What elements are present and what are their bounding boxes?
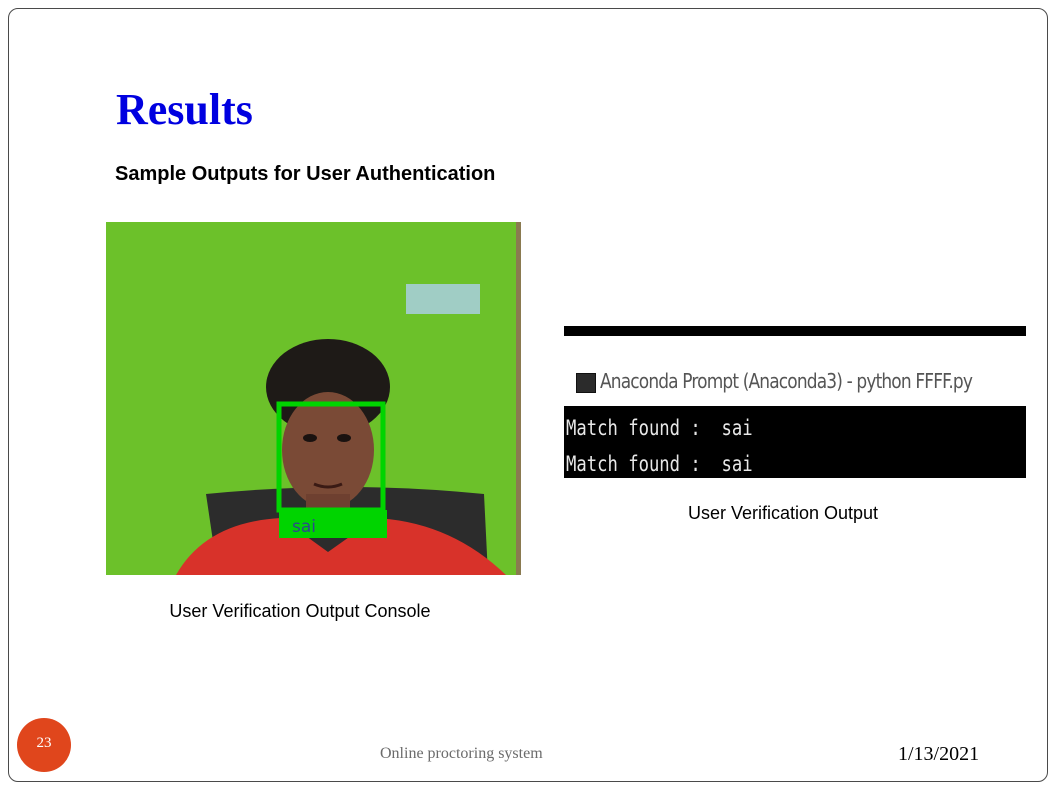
console-line: Match found : sai bbox=[566, 452, 753, 476]
face bbox=[282, 392, 374, 508]
face-verification-photo: sai bbox=[106, 222, 521, 575]
slide-date: 1/13/2021 bbox=[898, 743, 980, 765]
figure-left-caption: User Verification Output Console bbox=[169, 601, 431, 621]
console-title: Anaconda Prompt (Anaconda3) - python FFF… bbox=[600, 369, 973, 393]
slide-number-badge: 23 bbox=[17, 718, 71, 772]
console-window: Anaconda Prompt (Anaconda3) - python FFF… bbox=[564, 326, 1026, 478]
console-output: Match found : sai Match found : sai bbox=[566, 410, 794, 478]
wall-object bbox=[406, 284, 480, 314]
backdrop-edge bbox=[516, 222, 521, 575]
slide-subtitle: Sample Outputs for User Authentication bbox=[115, 163, 496, 185]
console-titlebar: Anaconda Prompt (Anaconda3) - python FFF… bbox=[564, 336, 1026, 406]
face-label: sai bbox=[292, 517, 316, 537]
console-line: Match found : sai bbox=[566, 416, 753, 440]
console-top-border bbox=[564, 326, 1026, 336]
figure-right-caption: User Verification Output bbox=[687, 503, 879, 523]
slide-footer: Online proctoring system bbox=[380, 745, 543, 762]
terminal-icon bbox=[576, 373, 596, 393]
slide-title: Results bbox=[116, 85, 253, 134]
